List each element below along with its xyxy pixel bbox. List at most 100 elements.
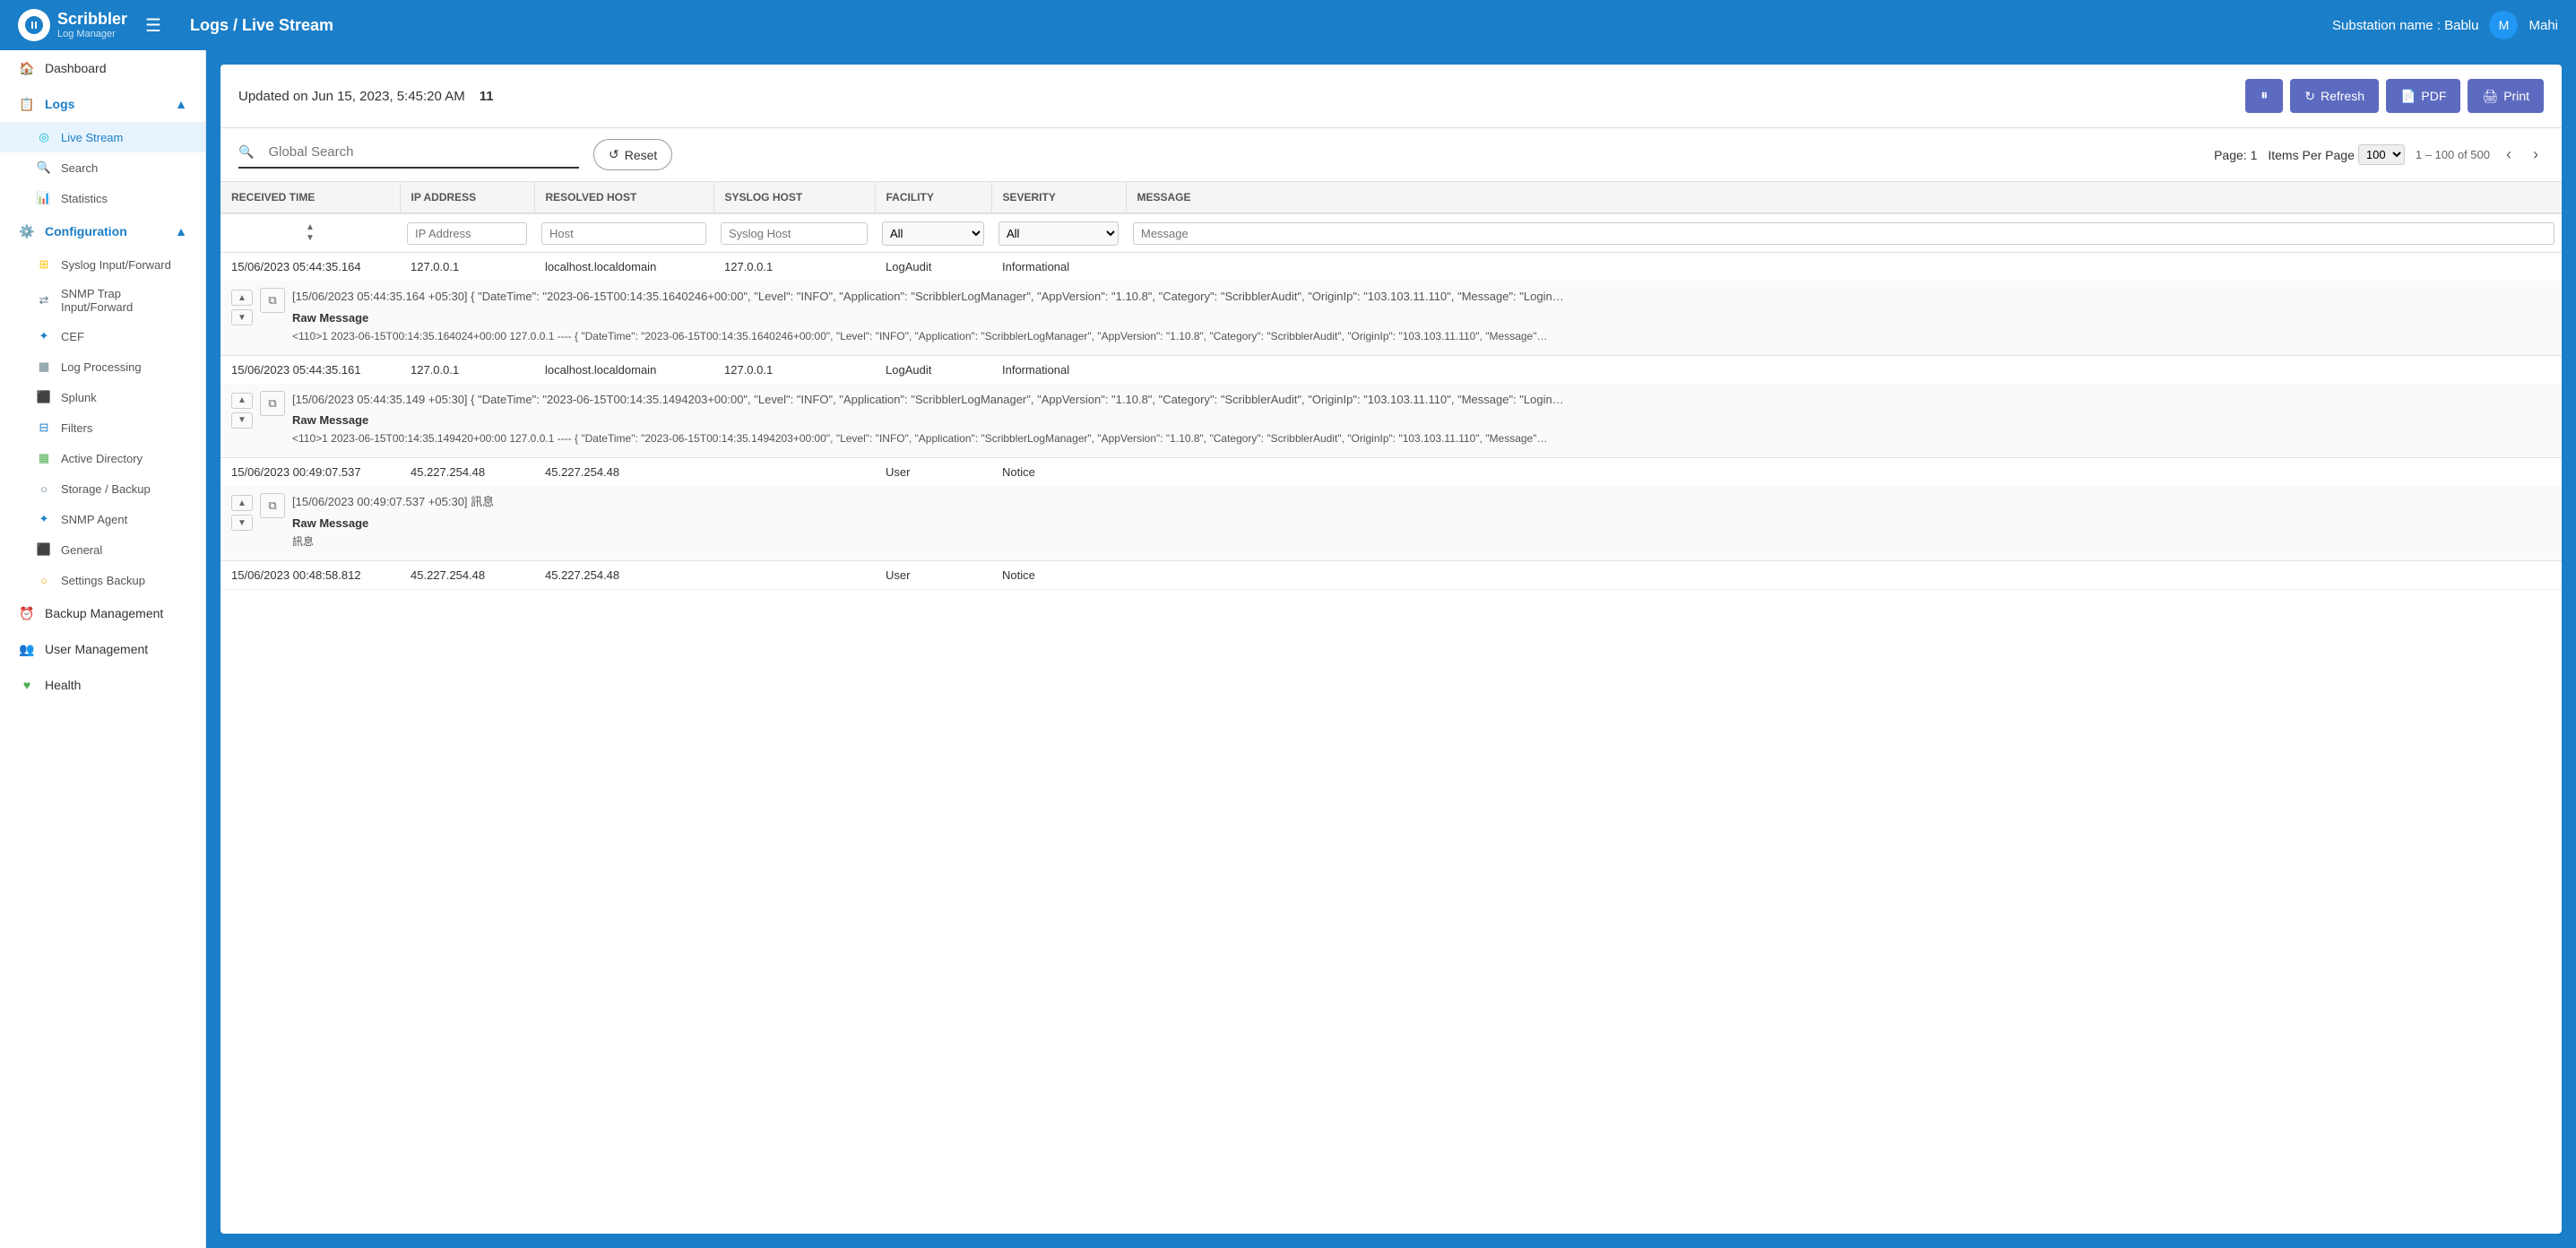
cell-received-time: 15/06/2023 05:44:35.161 — [220, 355, 400, 384]
host-filter-input[interactable] — [541, 222, 706, 245]
toolbar-left: Updated on Jun 15, 2023, 5:45:20 AM 11 — [238, 89, 2235, 104]
user-avatar: M — [2489, 11, 2518, 39]
ip-filter-input[interactable] — [407, 222, 527, 245]
search-bar: 🔍 ↺ Reset Page: 1 Items Per Page 100 50 … — [220, 128, 2562, 182]
user-mgmt-icon: 👥 — [18, 640, 36, 658]
splunk-icon: ⬛ — [36, 389, 52, 405]
sidebar-snmp-agent-label: SNMP Agent — [61, 513, 127, 526]
chevron-up-icon: ▲ — [175, 97, 187, 111]
filter-facility-cell: All LogAudit User — [875, 213, 991, 253]
pdf-button[interactable]: 📄 PDF — [2386, 79, 2460, 113]
copy-button[interactable]: ⧉ — [260, 493, 285, 518]
sidebar-statistics-label: Statistics — [61, 192, 108, 205]
sidebar-item-live-stream[interactable]: ◎ Live Stream — [0, 122, 205, 152]
sidebar-section-configuration[interactable]: ⚙️ Configuration ▲ — [0, 213, 205, 249]
sidebar-item-splunk[interactable]: ⬛ Splunk — [0, 382, 205, 412]
search-icon: 🔍 — [36, 160, 52, 176]
expand-row: ▲ ▼ ⧉ [15/06/2023 05:44:35.149 +05:30] {… — [220, 384, 2562, 458]
raw-message-text: 訊息 — [292, 533, 2551, 550]
filter-host-cell — [534, 213, 713, 253]
sidebar-section-logs[interactable]: 📋 Logs ▲ — [0, 86, 205, 122]
expand-row: ▲ ▼ ⧉ [15/06/2023 00:49:07.537 +05:30] 訊… — [220, 486, 2562, 560]
sidebar-item-statistics[interactable]: 📊 Statistics — [0, 183, 205, 213]
sidebar-item-active-directory[interactable]: ▦ Active Directory — [0, 443, 205, 473]
substation-label: Substation name : Bablu — [2332, 18, 2478, 33]
sidebar-item-user-management[interactable]: 👥 User Management — [0, 631, 205, 667]
print-button[interactable]: 🖨 Print — [2468, 79, 2544, 113]
sort-down-button[interactable]: ▼ — [306, 234, 315, 243]
expand-up-button[interactable]: ▲ — [231, 393, 253, 409]
sidebar-item-filters[interactable]: ⊟ Filters — [0, 412, 205, 443]
cell-ip-address: 45.227.254.48 — [400, 458, 534, 487]
logo-area: Scribbler Log Manager — [18, 9, 127, 41]
hamburger-menu[interactable]: ☰ — [145, 14, 161, 37]
raw-message-label: Raw Message — [292, 311, 2551, 325]
global-search-input[interactable] — [261, 141, 530, 163]
refresh-label: Refresh — [2321, 89, 2364, 103]
logs-icon: 📋 — [18, 95, 36, 113]
sidebar-item-snmp-trap[interactable]: ⇄ SNMP Trap Input/Forward — [0, 280, 205, 321]
config-icon: ⚙️ — [18, 222, 36, 240]
sidebar-item-log-processing[interactable]: ▦ Log Processing — [0, 351, 205, 382]
expand-up-button[interactable]: ▲ — [231, 495, 253, 511]
expand-down-button[interactable]: ▼ — [231, 515, 253, 531]
expand-btn-wrap: ▲ ▼ — [231, 495, 253, 531]
sidebar-item-storage-backup[interactable]: ○ Storage / Backup — [0, 473, 205, 504]
reset-label: Reset — [625, 148, 658, 162]
prev-page-button[interactable]: ‹ — [2501, 143, 2517, 166]
filters-icon: ⊟ — [36, 420, 52, 436]
statistics-icon: 📊 — [36, 190, 52, 206]
copy-button[interactable]: ⧉ — [260, 288, 285, 313]
expand-btn-wrap: ▲ ▼ — [231, 393, 253, 429]
sidebar-general-label: General — [61, 543, 102, 557]
sidebar-item-health[interactable]: ♥ Health — [0, 667, 205, 703]
snmp-trap-icon: ⇄ — [36, 292, 52, 308]
sidebar-cef-label: CEF — [61, 330, 84, 343]
cell-ip-address: 127.0.0.1 — [400, 355, 534, 384]
settings-backup-icon: ○ — [36, 572, 52, 588]
cell-received-time: 15/06/2023 00:48:58.812 — [220, 560, 400, 589]
cell-facility: User — [875, 560, 991, 589]
reset-button[interactable]: ↺ Reset — [593, 139, 672, 170]
expand-controls: ▲ ▼ ⧉ [15/06/2023 05:44:35.149 +05:30] {… — [231, 391, 2551, 447]
cell-message — [1126, 253, 2562, 282]
expand-message: [15/06/2023 00:49:07.537 +05:30] 訊息 — [292, 493, 2551, 511]
items-per-page-select[interactable]: 100 50 200 — [2358, 144, 2405, 165]
refresh-button[interactable]: ↻ Refresh — [2290, 79, 2379, 113]
cell-syslog-host — [713, 458, 875, 487]
sidebar-item-syslog[interactable]: ⊞ Syslog Input/Forward — [0, 249, 205, 280]
col-severity: SEVERITY — [991, 182, 1126, 213]
sidebar-item-dashboard[interactable]: 🏠 Dashboard — [0, 50, 205, 86]
sidebar-item-general[interactable]: ⬛ General — [0, 534, 205, 565]
expand-down-button[interactable]: ▼ — [231, 412, 253, 429]
sidebar-item-snmp-agent[interactable]: ✦ SNMP Agent — [0, 504, 205, 534]
raw-message-label: Raw Message — [292, 516, 2551, 530]
sidebar-health-label: Health — [45, 678, 81, 692]
expand-up-button[interactable]: ▲ — [231, 290, 253, 306]
expand-down-button[interactable]: ▼ — [231, 309, 253, 325]
facility-filter-select[interactable]: All LogAudit User — [882, 221, 984, 246]
message-filter-input[interactable] — [1133, 222, 2554, 245]
sidebar-item-backup-management[interactable]: ⏰ Backup Management — [0, 595, 205, 631]
sort-up-button[interactable]: ▲ — [306, 223, 315, 232]
col-facility: FACILITY — [875, 182, 991, 213]
copy-button[interactable]: ⧉ — [260, 391, 285, 416]
severity-filter-select[interactable]: All Informational Notice — [998, 221, 1119, 246]
expand-controls: ▲ ▼ ⧉ [15/06/2023 00:49:07.537 +05:30] 訊… — [231, 493, 2551, 550]
print-label: Print — [2503, 89, 2529, 103]
sidebar-item-settings-backup[interactable]: ○ Settings Backup — [0, 565, 205, 595]
refresh-icon: ↻ — [2304, 89, 2315, 104]
sidebar-item-cef[interactable]: ✦ CEF — [0, 321, 205, 351]
cell-resolved-host: localhost.localdomain — [534, 253, 713, 282]
home-icon: 🏠 — [18, 59, 36, 77]
syslog-host-filter-input[interactable] — [721, 222, 868, 245]
items-per-page-label: Items Per Page — [2268, 148, 2355, 162]
pause-button[interactable]: ⏸ — [2245, 79, 2283, 113]
expand-content: [15/06/2023 00:49:07.537 +05:30] 訊息 Raw … — [292, 493, 2551, 550]
top-header: Scribbler Log Manager ☰ Logs / Live Stre… — [0, 0, 2576, 50]
header-left: Scribbler Log Manager ☰ Logs / Live Stre… — [18, 9, 333, 41]
next-page-button[interactable]: › — [2528, 143, 2544, 166]
global-search-wrap: 🔍 — [238, 141, 579, 169]
sidebar-item-search[interactable]: 🔍 Search — [0, 152, 205, 183]
sidebar-settings-backup-label: Settings Backup — [61, 574, 145, 587]
